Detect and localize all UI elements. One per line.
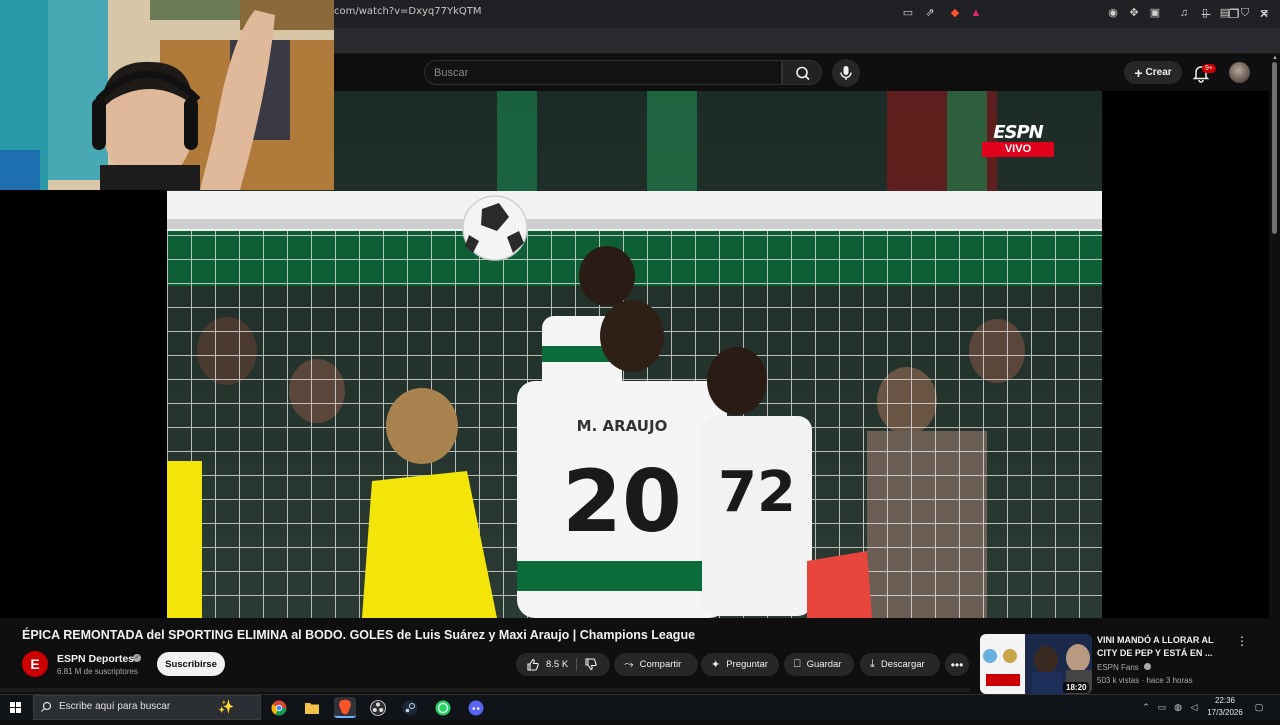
- svg-text:M. ARAUJO: M. ARAUJO: [577, 417, 668, 435]
- folder-icon: [305, 702, 319, 714]
- taskbar-whatsapp[interactable]: [432, 697, 454, 718]
- taskbar-brave[interactable]: [334, 697, 356, 718]
- video-progress-strip: [0, 688, 970, 692]
- tray-overflow-icon[interactable]: ⌃: [1140, 701, 1152, 713]
- more-actions-button[interactable]: •••: [945, 653, 969, 676]
- discord-tray-icon[interactable]: ◍: [1172, 701, 1184, 713]
- network-icon[interactable]: ▭: [1156, 701, 1168, 713]
- recommended-menu-icon[interactable]: ⋮: [1236, 634, 1248, 650]
- recommended-meta: 503 k vistas · hace 3 horas: [1097, 676, 1193, 685]
- discord-icon: [468, 700, 484, 715]
- like-count: 8.5 K: [546, 659, 569, 670]
- search-icon: [796, 66, 810, 81]
- search-highlight-icon: ✨: [218, 699, 235, 714]
- taskbar-chrome[interactable]: [268, 697, 290, 718]
- chrome-icon: [271, 700, 287, 715]
- ask-button[interactable]: ✦ Preguntar: [701, 653, 779, 676]
- extension-grid-icon[interactable]: ▣: [1147, 5, 1163, 21]
- taskbar-file-explorer[interactable]: [301, 697, 323, 718]
- espn-wordmark: ESPN: [993, 122, 1044, 143]
- taskbar-obs[interactable]: [367, 697, 389, 718]
- channel-name[interactable]: ESPN Deportes: [57, 653, 134, 665]
- video-title: ÉPICA REMONTADA del SPORTING ELIMINA al …: [22, 628, 696, 642]
- taskbar-search-icon: [40, 700, 52, 712]
- search-input[interactable]: [434, 64, 764, 81]
- create-button[interactable]: + Crear: [1124, 61, 1182, 84]
- download-icon: ⤓: [870, 658, 875, 670]
- ask-label: Preguntar: [726, 659, 768, 670]
- notification-center-icon[interactable]: ▢: [1253, 701, 1265, 713]
- taskbar-clock-date[interactable]: 17/3/2026: [1203, 708, 1247, 717]
- share-button[interactable]: ⤳ Compartir: [614, 653, 698, 676]
- microphone-icon: [840, 66, 852, 80]
- notifications-badge: 9+: [1202, 64, 1216, 73]
- vpn-icon[interactable]: ⛉: [1237, 5, 1253, 21]
- taskbar-clock-time[interactable]: 22:36: [1206, 696, 1244, 705]
- share-label: Compartir: [639, 659, 682, 670]
- thumbs-up-icon: [527, 658, 539, 671]
- channel-avatar[interactable]: E: [22, 651, 48, 677]
- brave-shield-icon[interactable]: ◆: [947, 5, 963, 21]
- webcam-feed: [0, 0, 334, 190]
- svg-text:20: 20: [562, 452, 682, 552]
- save-label: Guardar: [806, 659, 842, 670]
- svg-text:72: 72: [718, 460, 796, 525]
- download-label: Descargar: [880, 659, 925, 670]
- subscribe-button[interactable]: Suscribirse: [157, 652, 225, 676]
- recommended-title[interactable]: VINI MANDÓ A LLORAR AL CITY DE PEP Y EST…: [1097, 634, 1227, 660]
- espn-logo: ESPN VIVO: [982, 122, 1054, 158]
- taskbar-search-placeholder: Escribe aquí para buscar: [59, 701, 171, 712]
- like-divider: [576, 658, 577, 671]
- recommended-channel[interactable]: ESPN Fans: [1097, 663, 1152, 672]
- dislike-button[interactable]: [584, 657, 598, 671]
- whatsapp-icon: [435, 700, 451, 715]
- scroll-up-icon[interactable]: ▲: [1272, 55, 1278, 61]
- obs-icon: [370, 699, 386, 716]
- scrollbar-thumb[interactable]: [1272, 62, 1277, 234]
- save-button[interactable]: ⎕ Guardar: [784, 653, 854, 676]
- subscriber-count: 6.81 M de suscriptores: [57, 667, 138, 676]
- url-text[interactable]: com/watch?v=Dxyq77YkQTM: [334, 6, 482, 17]
- sparkle-icon: ✦: [711, 659, 721, 671]
- download-button[interactable]: ⤓ Descargar: [860, 653, 940, 676]
- taskbar-steam[interactable]: [399, 697, 421, 718]
- bookmark-icon: ⎕: [794, 658, 801, 670]
- media-icon[interactable]: ♫: [1176, 5, 1192, 21]
- recommended-duration: 18:20: [1063, 682, 1090, 693]
- extension-icon[interactable]: ◉: [1105, 5, 1121, 21]
- plus-icon: +: [1134, 64, 1143, 81]
- search-button[interactable]: [782, 60, 822, 85]
- webcam-overlay: [0, 0, 334, 190]
- account-avatar[interactable]: [1229, 62, 1250, 83]
- verified-icon: [1144, 663, 1152, 670]
- more-icon: •••: [950, 657, 964, 672]
- brave-icon: [339, 699, 351, 714]
- share-page-icon[interactable]: ⇗: [922, 5, 938, 21]
- wallet-icon[interactable]: ▤: [1217, 5, 1233, 21]
- sidebar-icon[interactable]: ▯: [1197, 5, 1213, 21]
- windows-logo-icon: [10, 702, 21, 713]
- share-icon: ⤳: [624, 657, 634, 671]
- brave-rewards-icon[interactable]: ▲: [968, 5, 984, 21]
- verified-icon: ✓: [133, 654, 141, 662]
- taskbar-discord[interactable]: [465, 697, 487, 718]
- thumbs-down-icon: [585, 658, 597, 671]
- voice-search-button[interactable]: [832, 59, 860, 87]
- live-badge: VIVO: [982, 142, 1054, 157]
- create-label: Crear: [1145, 67, 1172, 78]
- steam-icon: [402, 700, 418, 715]
- menu-icon[interactable]: ≡: [1257, 5, 1273, 21]
- puzzle-icon[interactable]: ✥: [1126, 5, 1142, 21]
- start-button[interactable]: [0, 695, 32, 720]
- cast-icon[interactable]: ▭: [900, 5, 916, 21]
- like-button[interactable]: 8.5 K: [526, 658, 568, 672]
- volume-icon[interactable]: ◁: [1188, 701, 1200, 713]
- recommended-channel-name: ESPN Fans: [1097, 663, 1139, 672]
